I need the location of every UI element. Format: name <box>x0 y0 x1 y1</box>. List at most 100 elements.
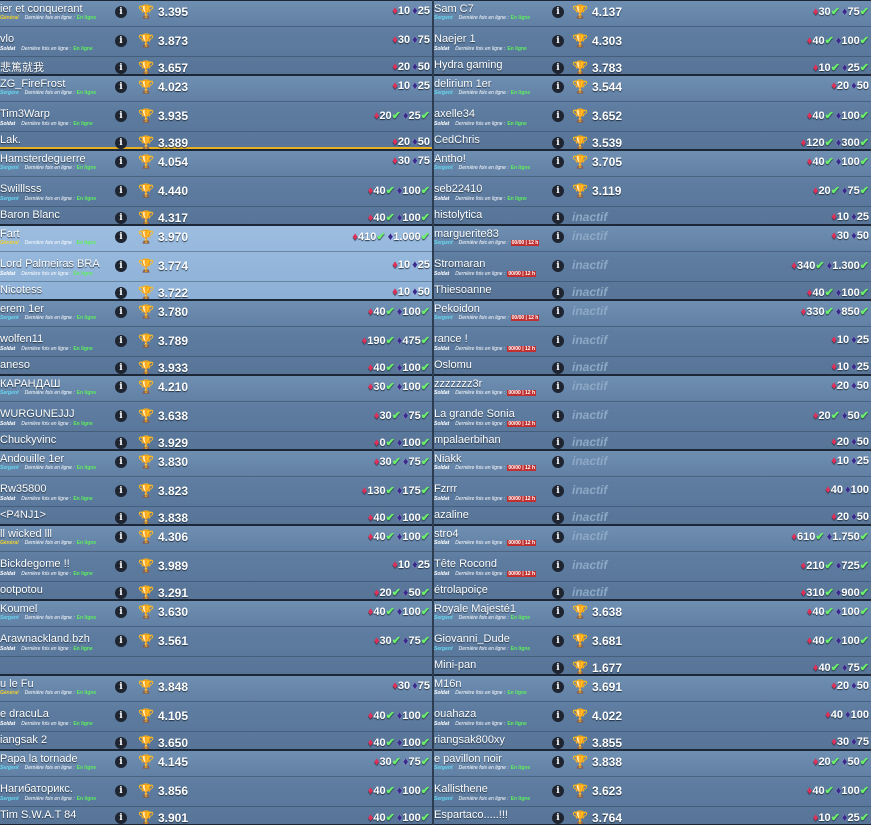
info-icon[interactable]: i <box>552 156 564 168</box>
member-name[interactable]: Hydra gaming <box>434 59 502 71</box>
info-icon[interactable]: i <box>552 737 564 749</box>
info-icon[interactable]: i <box>115 81 127 93</box>
member-row[interactable]: ll wicked lll Général Dernière fois en lig… <box>0 526 432 551</box>
member-name[interactable]: Oslomu <box>434 359 472 371</box>
info-icon[interactable]: i <box>552 710 564 722</box>
member-row[interactable]: Нагибаторикс. Sergent Dernière fois en lig… <box>0 776 432 805</box>
info-icon[interactable]: i <box>552 456 564 468</box>
info-icon[interactable]: i <box>115 635 127 647</box>
member-name[interactable]: u le Fu <box>0 678 34 690</box>
member-name[interactable]: Fzrrr <box>434 483 457 495</box>
member-name[interactable]: CedChris <box>434 134 480 146</box>
member-name[interactable]: marguerite83 <box>434 228 499 240</box>
member-row[interactable]: Lak. i 🏆 3.389 ♦20 ♦50 <box>0 131 432 149</box>
info-icon[interactable]: i <box>552 410 564 422</box>
member-row[interactable]: Royale Majesté1 Sergent Dernière fois en l… <box>434 601 871 626</box>
member-row[interactable]: Kallisthene Sergent Dernière fois en ligne… <box>434 776 871 805</box>
member-name[interactable]: Royale Majesté1 <box>434 603 516 615</box>
member-row[interactable]: riangsak800xy i 🏆 3.855 ♦30 ♦75 <box>434 731 871 749</box>
member-row[interactable]: delirium 1er Sergent Dernière fois en lign… <box>434 76 871 101</box>
member-row[interactable]: étrolapoiçe i inactif ♦310✔ ♦900✔ <box>434 581 871 599</box>
member-row[interactable]: ZG_FireFrost Sergent Dernière fois en lign… <box>0 76 432 101</box>
info-icon[interactable]: i <box>552 62 564 74</box>
member-name[interactable]: stro4 <box>434 528 458 540</box>
member-row[interactable]: wolfen11 Soldat Dernière fois en ligne : En… <box>0 326 432 355</box>
member-row[interactable]: histolytica i inactif ♦10 ♦25 <box>434 206 871 224</box>
info-icon[interactable]: i <box>552 785 564 797</box>
member-row[interactable]: stro4 Soldat Dernière fois en ligne :00/00… <box>434 526 871 551</box>
info-icon[interactable]: i <box>552 137 564 149</box>
info-icon[interactable]: i <box>115 306 127 318</box>
member-name[interactable]: ootpotou <box>0 584 43 596</box>
member-row[interactable]: iangsak 2 i 🏆 3.650 ♦40✔ ♦100✔ <box>0 731 432 749</box>
info-icon[interactable]: i <box>115 35 127 47</box>
info-icon[interactable]: i <box>552 512 564 524</box>
info-icon[interactable]: i <box>115 437 127 449</box>
member-name[interactable]: Andouille 1er <box>0 453 64 465</box>
member-row[interactable]: WURGUNEJJJ Soldat Dernière fois en ligne :… <box>0 401 432 430</box>
member-name[interactable]: vlo <box>0 33 14 45</box>
member-name[interactable]: ZG_FireFrost <box>0 78 65 90</box>
member-name[interactable]: Tim3Warp <box>0 108 50 120</box>
info-icon[interactable]: i <box>552 756 564 768</box>
info-icon[interactable]: i <box>552 635 564 647</box>
info-icon[interactable]: i <box>115 410 127 422</box>
member-row[interactable]: 悲篤就我 i 🏆 3.657 ♦20 ♦50 <box>0 56 432 74</box>
info-icon[interactable]: i <box>552 606 564 618</box>
info-icon[interactable]: i <box>115 362 127 374</box>
member-name[interactable]: La grande Sonia <box>434 408 515 420</box>
member-name[interactable]: rance ! <box>434 333 468 345</box>
member-row[interactable]: <P4NJ1> i 🏆 3.838 ♦40✔ ♦100✔ <box>0 506 432 524</box>
member-row[interactable]: CedChris i 🏆 3.539 ♦120✔ ♦300✔ <box>434 131 871 149</box>
member-row[interactable]: Mini-pan i 🏆 1.677 ♦40✔ ♦75✔ <box>434 656 871 674</box>
member-row[interactable]: mpalaerbihan i inactif ♦20 ♦50 <box>434 431 871 449</box>
member-name[interactable]: azaline <box>434 509 469 521</box>
member-row[interactable]: e pavillon noir Sergent Dernière fois en l… <box>434 751 871 776</box>
info-icon[interactable]: i <box>552 662 564 674</box>
member-name[interactable]: Giovanni_Dude <box>434 633 510 645</box>
info-icon[interactable]: i <box>552 306 564 318</box>
member-row[interactable]: Stromaran Soldat Dernière fois en ligne :0… <box>434 251 871 280</box>
member-name[interactable]: WURGUNEJJJ <box>0 408 75 420</box>
info-icon[interactable]: i <box>115 606 127 618</box>
member-name[interactable]: Tête Rocond <box>434 558 497 570</box>
info-icon[interactable]: i <box>552 260 564 272</box>
info-icon[interactable]: i <box>115 212 127 224</box>
member-row[interactable]: rance ! Soldat Dernière fois en ligne :00/… <box>434 326 871 355</box>
member-name[interactable]: M16n <box>434 678 462 690</box>
info-icon[interactable]: i <box>552 110 564 122</box>
member-name[interactable]: seb22410 <box>434 183 482 195</box>
member-row[interactable]: zzzzzzz3r Soldat Dernière fois en ligne :0… <box>434 376 871 401</box>
info-icon[interactable]: i <box>115 485 127 497</box>
member-row[interactable]: Arawnackland.bzh Soldat Dernière fois en l… <box>0 626 432 655</box>
member-row[interactable]: Tim S.W.A.T 84 i 🏆 3.901 ♦40✔ ♦100✔ <box>0 806 432 824</box>
member-row[interactable]: vlo Soldat Dernière fois en ligne : En lign… <box>0 26 432 55</box>
member-row[interactable]: Hamsterdeguerre Sergent Dernière fois en l… <box>0 151 432 176</box>
member-row[interactable]: Tête Rocond Soldat Dernière fois en ligne … <box>434 551 871 580</box>
info-icon[interactable]: i <box>552 287 564 299</box>
member-name[interactable]: histolytica <box>434 209 482 221</box>
member-name[interactable]: Pekoidon <box>434 303 480 315</box>
member-name[interactable]: Stromaran <box>434 258 485 270</box>
member-row[interactable]: seb22410 Soldat Dernière fois en ligne : En… <box>434 176 871 205</box>
member-name[interactable]: Nicotess <box>0 284 42 296</box>
member-row[interactable]: Pekoidon Sergent Dernière fois en ligne :0… <box>434 301 871 326</box>
info-icon[interactable]: i <box>552 35 564 47</box>
member-name[interactable]: axelle34 <box>434 108 475 120</box>
member-row[interactable]: Rw35800 Soldat Dernière fois en ligne : En … <box>0 476 432 505</box>
member-name[interactable]: Tim S.W.A.T 84 <box>0 809 76 821</box>
member-row[interactable]: ouahaza Soldat Dernière fois en ligne : En … <box>434 701 871 730</box>
member-row[interactable]: u le Fu Général Dernière fois en ligne : En… <box>0 676 432 701</box>
member-name[interactable]: Arawnackland.bzh <box>0 633 90 645</box>
member-row[interactable]: azaline i inactif ♦20 ♦50 <box>434 506 871 524</box>
member-name[interactable]: riangsak800xy <box>434 734 505 746</box>
member-name[interactable]: Нагибаторикс. <box>0 783 73 795</box>
member-name[interactable]: Baron Blanc <box>0 209 60 221</box>
member-name[interactable]: 悲篤就我 <box>0 59 44 74</box>
member-name[interactable]: Koumel <box>0 603 37 615</box>
info-icon[interactable]: i <box>115 381 127 393</box>
member-name[interactable]: Fart <box>0 228 20 240</box>
member-name[interactable]: Sam C7 <box>434 3 474 15</box>
member-name[interactable]: Bickdegome !! <box>0 558 70 570</box>
member-name[interactable]: ier et conquerant <box>0 3 83 15</box>
